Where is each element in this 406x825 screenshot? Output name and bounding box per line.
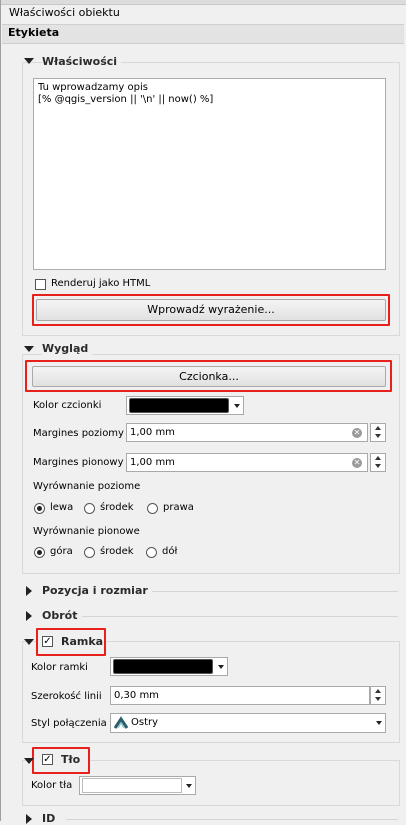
margin-h-label: Margines poziomy: [33, 428, 124, 439]
halign-option: prawa: [163, 502, 194, 513]
valign-bottom-radio[interactable]: [146, 547, 157, 558]
halign-center-radio[interactable]: [84, 503, 95, 514]
expand-arrow-icon[interactable]: [26, 586, 32, 596]
join-style-select[interactable]: Ostry: [110, 713, 386, 733]
expand-arrow-icon[interactable]: [26, 814, 32, 824]
window-title: Właściwości obiektu: [9, 6, 120, 19]
divider: [146, 591, 398, 592]
appearance-group-title[interactable]: Wygląd: [42, 342, 93, 355]
divider: [82, 616, 398, 617]
margin-v-input[interactable]: 1,00 mm: [126, 453, 368, 472]
chevron-down-icon: [234, 404, 240, 408]
valign-option: środek: [100, 546, 134, 557]
miter-join-icon: [113, 716, 129, 729]
text-line: [% @qgis_version || '\n' || now() %]: [38, 94, 214, 105]
expand-arrow-icon[interactable]: [26, 611, 32, 621]
position-group-title[interactable]: Pozycja i rozmiar: [42, 584, 152, 597]
spin-down-icon: [375, 434, 381, 438]
line-width-input[interactable]: 0,30 mm: [110, 686, 370, 705]
line-width-label: Szerokość linii: [31, 691, 102, 702]
chevron-down-icon: [376, 721, 382, 725]
halign-label: Wyrównanie poziome: [33, 481, 141, 492]
join-style-label: Styl połączenia: [31, 718, 107, 729]
chevron-down-icon: [218, 665, 224, 669]
collapse-arrow-icon[interactable]: [24, 639, 34, 645]
halign-right-radio[interactable]: [147, 503, 158, 514]
render-html-label: Renderuj jako HTML: [51, 278, 151, 289]
background-color-label: Kolor tła: [31, 780, 73, 791]
top-border: [0, 0, 406, 5]
left-border: [0, 0, 1, 821]
frame-color-label: Kolor ramki: [31, 662, 88, 673]
halign-option: środek: [100, 502, 134, 513]
divider: [66, 819, 398, 820]
spin-up-icon: [375, 689, 381, 693]
valign-label: Wyrównanie pionowe: [33, 526, 140, 537]
spin-up-icon: [375, 426, 381, 430]
frame-color-swatch: [113, 659, 213, 674]
label-text-editor[interactable]: Tu wprowadzamy opis [% @qgis_version || '…: [33, 78, 386, 270]
frame-checkbox[interactable]: ✓: [42, 636, 53, 647]
background-checkbox[interactable]: ✓: [42, 754, 53, 765]
font-color-label: Kolor czcionki: [33, 400, 102, 411]
spin-down-icon: [375, 464, 381, 468]
panel-title: Etykieta: [8, 26, 60, 39]
font-color-swatch: [129, 398, 229, 413]
text-line: Tu wprowadzamy opis: [38, 82, 148, 93]
collapse-arrow-icon[interactable]: [24, 346, 34, 352]
spin-up-icon: [375, 456, 381, 460]
clear-icon[interactable]: ✕: [352, 428, 362, 438]
halign-left-radio[interactable]: [34, 503, 45, 514]
valign-option: góra: [50, 546, 73, 557]
panel-header: [2, 24, 404, 44]
render-html-checkbox[interactable]: [35, 279, 46, 290]
frame-group-title[interactable]: Ramka: [61, 635, 107, 648]
valign-top-radio[interactable]: [34, 547, 45, 558]
background-color-swatch: [82, 778, 182, 793]
insert-expression-button[interactable]: Wprowadź wyrażenie...: [36, 299, 386, 321]
valign-option: dół: [162, 546, 178, 557]
font-button[interactable]: Czcionka...: [32, 366, 386, 387]
margin-h-input[interactable]: 1,00 mm: [126, 423, 368, 442]
margin-v-label: Margines pionowy: [33, 457, 124, 468]
chevron-down-icon: [186, 784, 192, 788]
spin-down-icon: [375, 697, 381, 701]
valign-center-radio[interactable]: [84, 547, 95, 558]
rotation-group-title[interactable]: Obrót: [42, 609, 82, 622]
collapse-arrow-icon[interactable]: [24, 758, 34, 764]
halign-option: lewa: [50, 502, 74, 513]
background-group-title[interactable]: Tło: [61, 753, 84, 766]
clear-icon[interactable]: ✕: [352, 458, 362, 468]
properties-group-title[interactable]: Właściwości: [42, 55, 122, 68]
collapse-arrow-icon[interactable]: [24, 58, 34, 64]
next-group-title[interactable]: ID: [42, 812, 60, 825]
